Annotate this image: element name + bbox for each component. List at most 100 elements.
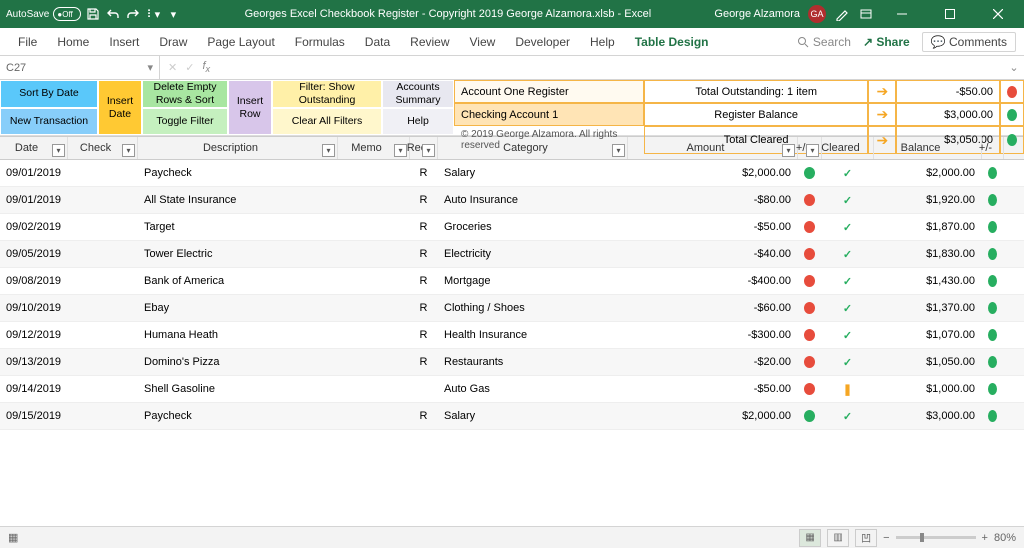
tab-review[interactable]: Review bbox=[400, 28, 459, 56]
tab-formulas[interactable]: Formulas bbox=[285, 28, 355, 56]
help-button[interactable]: Help bbox=[382, 108, 454, 135]
cell-desc[interactable]: Domino's Pizza bbox=[138, 349, 338, 375]
cell-amount[interactable]: -$40.00 bbox=[628, 241, 798, 267]
redo-icon[interactable] bbox=[125, 6, 141, 22]
cell-rec[interactable]: R bbox=[410, 322, 438, 348]
delete-empty-button[interactable]: Delete Empty Rows & Sort bbox=[142, 80, 228, 108]
cell-cat[interactable]: Auto Gas bbox=[438, 376, 628, 402]
expand-formula-icon[interactable]: ⌄ bbox=[1004, 61, 1024, 74]
cell-memo[interactable] bbox=[338, 214, 410, 240]
avatar[interactable]: GA bbox=[808, 5, 826, 23]
tab-tabledesign[interactable]: Table Design bbox=[625, 28, 719, 56]
cell-balance[interactable]: $2,000.00 bbox=[874, 160, 982, 186]
cell-memo[interactable] bbox=[338, 187, 410, 213]
table-row[interactable]: 09/10/2019EbayRClothing / Shoes-$60.00✓$… bbox=[0, 295, 1024, 322]
sheet-options-icon[interactable]: ▦ bbox=[8, 531, 18, 544]
cell-rec[interactable]: R bbox=[410, 295, 438, 321]
tab-pagelayout[interactable]: Page Layout bbox=[197, 28, 284, 56]
new-transaction-button[interactable]: New Transaction bbox=[0, 108, 98, 136]
table-row[interactable]: 09/12/2019Humana HeathRHealth Insurance-… bbox=[0, 322, 1024, 349]
cell-balance[interactable]: $1,870.00 bbox=[874, 214, 982, 240]
cell-date[interactable]: 09/02/2019 bbox=[0, 214, 68, 240]
cell-cleared[interactable]: ✓ bbox=[822, 322, 874, 348]
cell-rec[interactable] bbox=[410, 376, 438, 402]
filter-icon[interactable]: ▾ bbox=[52, 144, 65, 157]
tab-view[interactable]: View bbox=[460, 28, 506, 56]
cell-cat[interactable]: Groceries bbox=[438, 214, 628, 240]
cell-memo[interactable] bbox=[338, 160, 410, 186]
filter-show-button[interactable]: Filter: Show Outstanding bbox=[272, 80, 382, 108]
cell-date[interactable]: 09/12/2019 bbox=[0, 322, 68, 348]
tab-home[interactable]: Home bbox=[47, 28, 99, 56]
cell-amount[interactable]: -$50.00 bbox=[628, 214, 798, 240]
cell-cleared[interactable]: ✓ bbox=[822, 268, 874, 294]
tab-help[interactable]: Help bbox=[580, 28, 625, 56]
tab-developer[interactable]: Developer bbox=[505, 28, 580, 56]
table-row[interactable]: 09/15/2019PaycheckRSalary$2,000.00✓$3,00… bbox=[0, 403, 1024, 430]
filter-icon[interactable]: ▾ bbox=[806, 144, 819, 157]
table-row[interactable]: 09/13/2019Domino's PizzaRRestaurants-$20… bbox=[0, 349, 1024, 376]
close-button[interactable] bbox=[978, 0, 1018, 28]
normal-view-icon[interactable]: ▦ bbox=[799, 529, 821, 547]
cell-check[interactable] bbox=[68, 403, 138, 429]
cell-balance[interactable]: $1,370.00 bbox=[874, 295, 982, 321]
table-body[interactable]: 09/01/2019PaycheckRSalary$2,000.00✓$2,00… bbox=[0, 160, 1024, 448]
cell-rec[interactable]: R bbox=[410, 241, 438, 267]
cell-memo[interactable] bbox=[338, 295, 410, 321]
cell-check[interactable] bbox=[68, 214, 138, 240]
name-box[interactable]: C27▾ bbox=[0, 56, 160, 79]
cell-date[interactable]: 09/05/2019 bbox=[0, 241, 68, 267]
cell-balance[interactable]: $1,920.00 bbox=[874, 187, 982, 213]
clear-filters-button[interactable]: Clear All Filters bbox=[272, 108, 382, 135]
tab-draw[interactable]: Draw bbox=[149, 28, 197, 56]
cell-date[interactable]: 09/13/2019 bbox=[0, 349, 68, 375]
cell-cat[interactable]: Auto Insurance bbox=[438, 187, 628, 213]
cell-date[interactable]: 09/15/2019 bbox=[0, 403, 68, 429]
tab-file[interactable]: File bbox=[8, 28, 47, 56]
cell-check[interactable] bbox=[68, 268, 138, 294]
cell-memo[interactable] bbox=[338, 268, 410, 294]
cell-memo[interactable] bbox=[338, 349, 410, 375]
cell-rec[interactable]: R bbox=[410, 187, 438, 213]
cell-amount[interactable]: -$20.00 bbox=[628, 349, 798, 375]
cell-amount[interactable]: $2,000.00 bbox=[628, 160, 798, 186]
ribbon-display-icon[interactable] bbox=[858, 6, 874, 22]
cell-desc[interactable]: Bank of America bbox=[138, 268, 338, 294]
cell-desc[interactable]: Humana Heath bbox=[138, 322, 338, 348]
cell-date[interactable]: 09/01/2019 bbox=[0, 160, 68, 186]
cell-desc[interactable]: Shell Gasoline bbox=[138, 376, 338, 402]
cell-memo[interactable] bbox=[338, 376, 410, 402]
cell-cleared[interactable]: ✓ bbox=[822, 187, 874, 213]
autosave-toggle[interactable]: AutoSave ● Off bbox=[6, 7, 81, 21]
cell-amount[interactable]: -$50.00 bbox=[628, 376, 798, 402]
cell-desc[interactable]: Paycheck bbox=[138, 403, 338, 429]
accounts-summary-button[interactable]: Accounts Summary bbox=[382, 80, 454, 108]
zoom-out-icon[interactable]: − bbox=[883, 532, 889, 544]
cell-cat[interactable]: Mortgage bbox=[438, 268, 628, 294]
maximize-button[interactable] bbox=[930, 0, 970, 28]
cell-check[interactable] bbox=[68, 376, 138, 402]
cell-desc[interactable]: Paycheck bbox=[138, 160, 338, 186]
cell-rec[interactable]: R bbox=[410, 160, 438, 186]
insert-row-button[interactable]: Insert Row bbox=[228, 80, 272, 135]
cell-desc[interactable]: Target bbox=[138, 214, 338, 240]
cell-date[interactable]: 09/01/2019 bbox=[0, 187, 68, 213]
filter-icon[interactable]: ▾ bbox=[122, 144, 135, 157]
cell-balance[interactable]: $1,050.00 bbox=[874, 349, 982, 375]
filter-icon[interactable]: ▾ bbox=[612, 144, 625, 157]
cell-balance[interactable]: $1,430.00 bbox=[874, 268, 982, 294]
table-row[interactable]: 09/02/2019TargetRGroceries-$50.00✓$1,870… bbox=[0, 214, 1024, 241]
fx-icon[interactable]: fx bbox=[202, 60, 210, 74]
share-button[interactable]: ↗ Share bbox=[863, 35, 910, 49]
cell-rec[interactable]: R bbox=[410, 214, 438, 240]
tab-insert[interactable]: Insert bbox=[99, 28, 149, 56]
cell-memo[interactable] bbox=[338, 322, 410, 348]
table-row[interactable]: 09/01/2019PaycheckRSalary$2,000.00✓$2,00… bbox=[0, 160, 1024, 187]
filter-icon[interactable]: ▾ bbox=[782, 144, 795, 157]
cell-cleared[interactable]: ✓ bbox=[822, 160, 874, 186]
cancel-formula-icon[interactable]: ✕ bbox=[168, 61, 177, 74]
filter-icon[interactable]: ▾ bbox=[394, 144, 407, 157]
enter-formula-icon[interactable]: ✓ bbox=[185, 61, 194, 74]
cell-rec[interactable]: R bbox=[410, 349, 438, 375]
page-break-view-icon[interactable]: 凹 bbox=[855, 529, 877, 547]
